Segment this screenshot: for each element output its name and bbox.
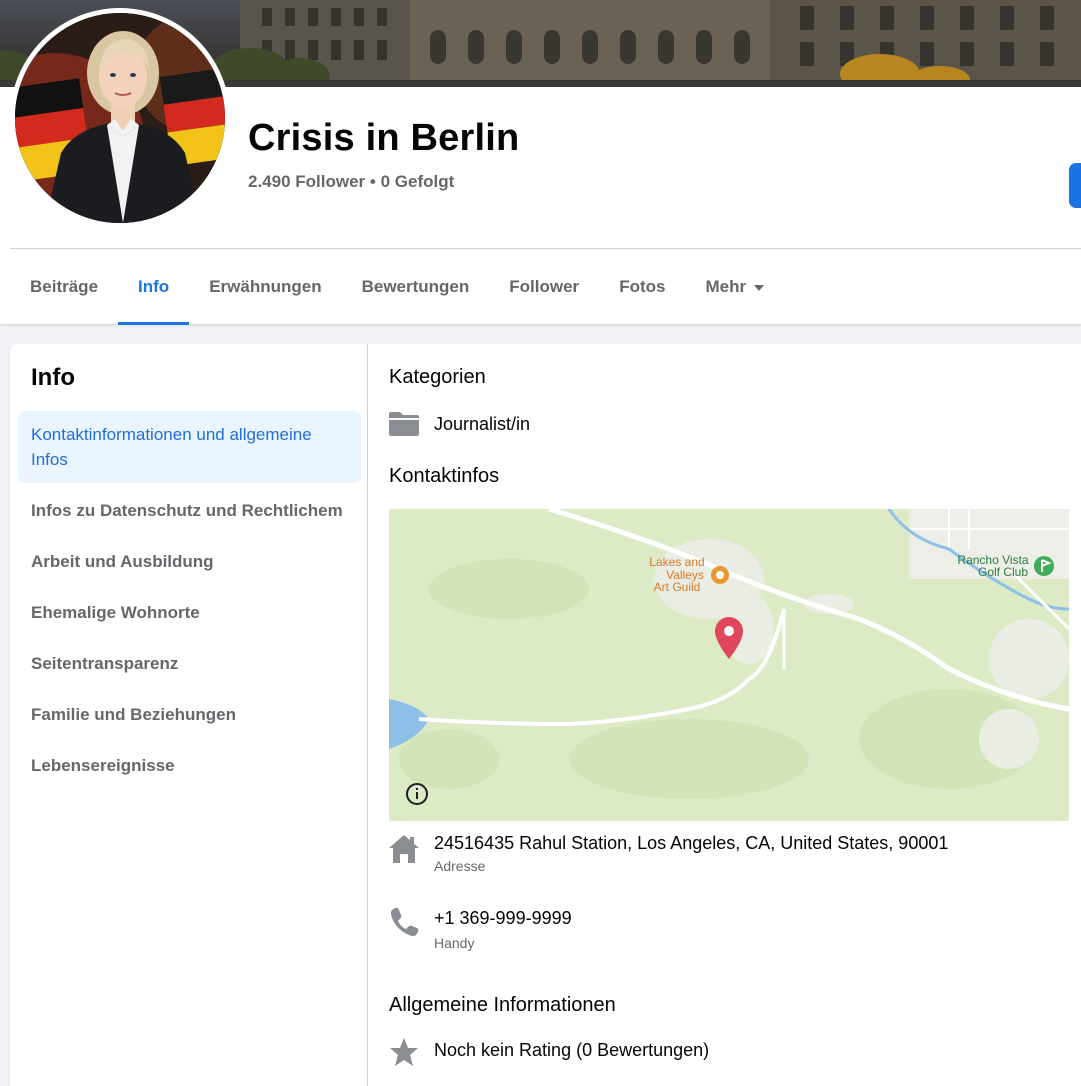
tab-bewertungen[interactable]: Bewertungen bbox=[342, 249, 490, 324]
address-label: Adresse bbox=[434, 858, 486, 874]
folder-icon bbox=[389, 412, 419, 441]
map-label-guild-3: Art Guild bbox=[654, 580, 701, 594]
map-label-guild-1: Lakes and bbox=[649, 555, 704, 569]
tab-beitraege[interactable]: Beiträge bbox=[10, 249, 118, 324]
general-info-heading: Allgemeine Informationen bbox=[389, 994, 616, 1016]
tab-mehr-label: Mehr bbox=[705, 276, 747, 296]
profile-header: Crisis in Berlin 2.490 Follower • 0 Gefo… bbox=[0, 0, 1081, 325]
follow-stats: 2.490 Follower • 0 Gefolgt bbox=[248, 172, 454, 192]
info-sidebar: Info Kontaktinformationen und allgemeine… bbox=[10, 344, 368, 1086]
tab-info[interactable]: Info bbox=[118, 249, 190, 325]
profile-picture[interactable] bbox=[10, 8, 230, 228]
page-title: Crisis in Berlin bbox=[248, 117, 520, 159]
sidebar-item-seitentransparenz[interactable]: Seitentransparenz bbox=[18, 640, 361, 687]
info-content: Kategorien Journalist/in Kontaktinfos La… bbox=[389, 344, 1081, 1086]
sidebar-nav: Kontaktinformationen und allgemeine Info… bbox=[18, 411, 361, 793]
sidebar-item-kontaktinformationen[interactable]: Kontaktinformationen und allgemeine Info… bbox=[18, 411, 361, 483]
followers-count[interactable]: 2.490 Follower bbox=[248, 172, 365, 191]
sidebar-item-arbeit[interactable]: Arbeit und Ausbildung bbox=[18, 538, 361, 585]
caret-down-icon bbox=[754, 284, 765, 291]
tab-fotos[interactable]: Fotos bbox=[599, 249, 685, 324]
home-icon bbox=[389, 835, 419, 868]
phone-label: Handy bbox=[434, 935, 475, 951]
profile-tabs: Beiträge Info Erwähnungen Bewertungen Fo… bbox=[10, 249, 784, 325]
sidebar-item-familie[interactable]: Familie und Beziehungen bbox=[18, 691, 361, 738]
tab-mehr[interactable]: Mehr bbox=[685, 249, 784, 324]
categories-heading: Kategorien bbox=[389, 366, 486, 388]
phone-value[interactable]: +1 369-999-9999 bbox=[434, 908, 572, 929]
star-icon bbox=[389, 1037, 419, 1072]
category-value[interactable]: Journalist/in bbox=[434, 414, 530, 435]
sidebar-item-wohnorte[interactable]: Ehemalige Wohnorte bbox=[18, 589, 361, 636]
phone-icon bbox=[389, 907, 419, 942]
rating-value[interactable]: Noch kein Rating (0 Bewertungen) bbox=[434, 1040, 709, 1061]
contact-heading: Kontaktinfos bbox=[389, 465, 500, 487]
location-map[interactable]: Lakes and Valleys Art Guild Rancho Vista… bbox=[389, 509, 1069, 821]
tab-follower[interactable]: Follower bbox=[489, 249, 599, 324]
primary-action-button[interactable] bbox=[1069, 163, 1081, 208]
tab-erwaehnungen[interactable]: Erwähnungen bbox=[189, 249, 341, 324]
following-count[interactable]: 0 Gefolgt bbox=[381, 172, 455, 191]
sidebar-item-datenschutz[interactable]: Infos zu Datenschutz und Rechtlichem bbox=[18, 487, 361, 534]
map-label-golf-2: Golf Club bbox=[978, 565, 1028, 579]
sidebar-title: Info bbox=[31, 364, 75, 391]
sidebar-item-lebensereignisse[interactable]: Lebensereignisse bbox=[18, 742, 361, 789]
stats-separator: • bbox=[369, 172, 376, 191]
address-value[interactable]: 24516435 Rahul Station, Los Angeles, CA,… bbox=[434, 833, 948, 854]
info-card: Info Kontaktinformationen und allgemeine… bbox=[10, 344, 1081, 1086]
